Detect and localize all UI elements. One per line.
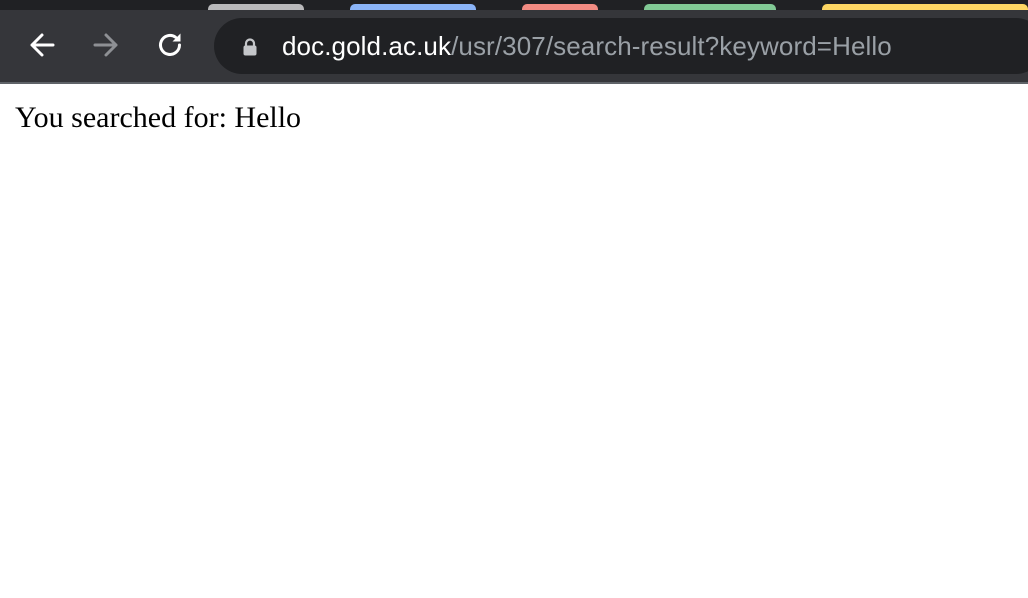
url-path: /usr/307/search-result?keyword=Hello <box>451 31 892 61</box>
url-host: doc.gold.ac.uk <box>282 31 452 61</box>
lock-icon[interactable] <box>240 37 260 57</box>
browser-tab-5[interactable] <box>822 4 1028 10</box>
tab-strip <box>0 0 1028 10</box>
arrow-right-icon <box>93 33 118 57</box>
browser-tab-2[interactable] <box>350 4 476 10</box>
browser-toolbar: doc.gold.ac.uk/usr/307/search-result?key… <box>0 0 1028 84</box>
address-url[interactable]: doc.gold.ac.uk/usr/307/search-result?key… <box>282 18 892 74</box>
address-bar[interactable]: doc.gold.ac.uk/usr/307/search-result?key… <box>214 18 1028 74</box>
browser-tab-4[interactable] <box>644 4 776 10</box>
arrow-left-icon <box>30 33 55 57</box>
page-content: You searched for: Hello <box>0 84 1028 598</box>
back-button[interactable] <box>23 26 61 64</box>
browser-tab-1[interactable] <box>208 4 304 10</box>
forward-button[interactable] <box>87 26 125 64</box>
reload-button[interactable] <box>151 26 189 64</box>
search-keyword: Hello <box>234 101 302 134</box>
reload-icon <box>159 33 181 56</box>
browser-tab-3[interactable] <box>522 4 598 10</box>
search-result-label: You searched for: <box>15 101 227 134</box>
search-result-text: You searched for: Hello <box>15 101 301 135</box>
